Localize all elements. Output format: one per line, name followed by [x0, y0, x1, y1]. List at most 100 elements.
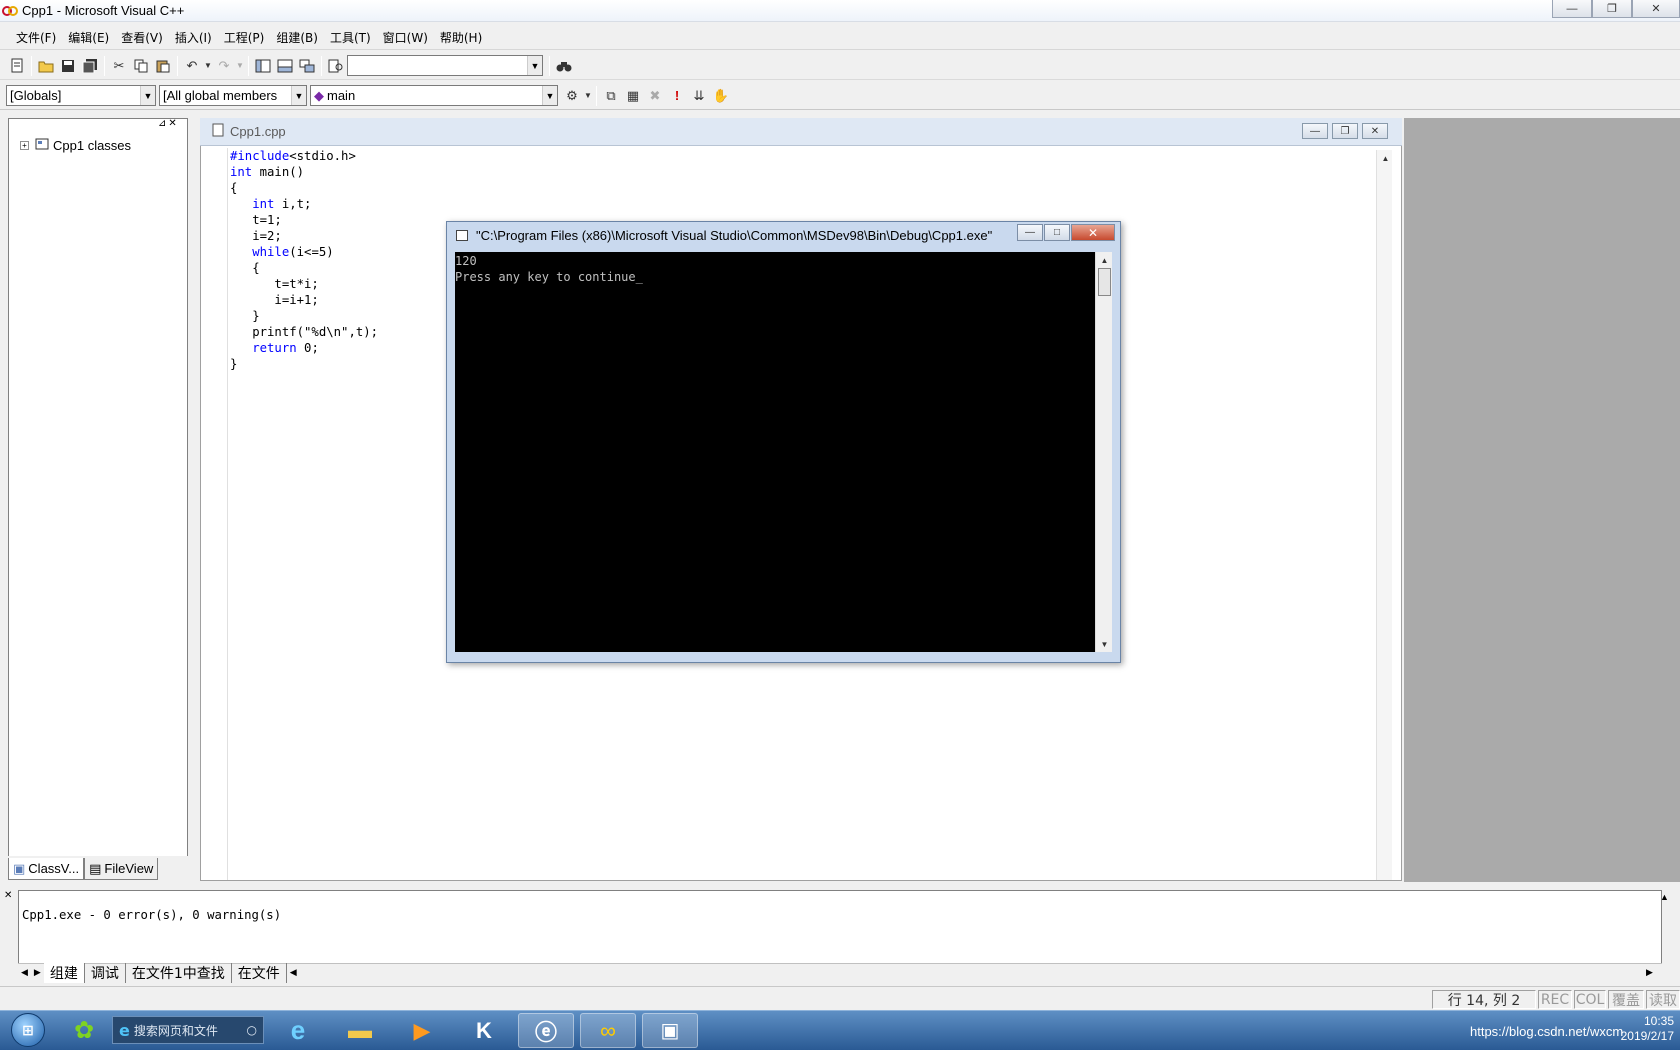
console-minimize-button[interactable]: — — [1017, 224, 1043, 241]
taskbar-app-explorer[interactable]: ▬ — [332, 1013, 388, 1048]
system-clock[interactable]: 10:35 2019/2/17 — [1621, 1014, 1674, 1044]
code-text: printf("%d\n",t); — [230, 325, 379, 339]
workspace-window-icon[interactable] — [252, 55, 274, 77]
start-button[interactable]: ⊞ — [4, 1012, 52, 1048]
scroll-up-icon[interactable]: ▲ — [1096, 252, 1113, 268]
paste-icon[interactable] — [152, 55, 174, 77]
scroll-down-icon[interactable]: ▼ — [1096, 636, 1113, 652]
window-list-icon[interactable] — [296, 55, 318, 77]
console-maximize-button[interactable]: □ — [1044, 224, 1070, 241]
compile-icon[interactable]: ⧉ — [600, 85, 622, 107]
console-prompt-line: Press any key to continue — [455, 270, 636, 284]
scroll-thumb[interactable] — [1098, 268, 1111, 296]
toolbar-separator — [549, 55, 550, 76]
console-close-button[interactable]: ✕ — [1071, 224, 1115, 241]
taskbar-app-visual-cpp[interactable]: ∞ — [580, 1013, 636, 1048]
tree-item-cpp1-classes[interactable]: + Cpp1 classes — [20, 138, 131, 153]
breakpoint-hand-icon[interactable]: ✋ — [710, 85, 732, 107]
dock-icon[interactable]: ⊿ — [158, 118, 166, 129]
stop-build-icon[interactable]: ✖ — [644, 85, 666, 107]
undo-dropdown-icon[interactable]: ▼ — [203, 55, 213, 77]
function-combo[interactable]: ◆ main ▼ — [310, 85, 558, 106]
editor-vertical-scrollbar[interactable]: ▲ — [1376, 150, 1392, 880]
taskbar-app-360[interactable]: ✿ — [56, 1013, 112, 1048]
menu-insert[interactable]: 插入(I) — [169, 29, 218, 46]
code-keyword: #include — [230, 149, 290, 163]
copy-icon[interactable] — [130, 55, 152, 77]
new-file-icon[interactable] — [6, 55, 28, 77]
chevron-down-icon[interactable]: ▼ — [140, 86, 155, 105]
find-in-files-icon[interactable] — [325, 55, 347, 77]
tab-fileview[interactable]: ▤ FileView — [84, 858, 159, 880]
restore-button[interactable]: ❐ — [1592, 0, 1632, 18]
code-line: } — [230, 308, 378, 324]
redo-dropdown-icon[interactable]: ▼ — [235, 55, 245, 77]
toolbar-separator — [248, 55, 249, 76]
output-scroll-up-icon[interactable]: ▲ — [1660, 892, 1669, 902]
clock-time: 10:35 — [1643, 1014, 1674, 1028]
console-vertical-scrollbar[interactable]: ▲ ▼ — [1095, 252, 1112, 652]
menu-help[interactable]: 帮助(H) — [434, 29, 488, 46]
menu-tools[interactable]: 工具(T) — [324, 29, 377, 46]
tab-scroll-right-icon[interactable]: ▶ — [31, 968, 44, 978]
tab-debug[interactable]: 调试 — [85, 963, 126, 983]
editor-restore-button[interactable]: ❐ — [1332, 123, 1358, 139]
menu-window[interactable]: 窗口(W) — [377, 29, 434, 46]
editor-minimize-button[interactable]: — — [1302, 123, 1328, 139]
members-combo[interactable]: [All global members ▼ — [159, 85, 307, 106]
taskbar-app-media[interactable]: ▶ — [394, 1013, 450, 1048]
save-icon[interactable] — [57, 55, 79, 77]
go-icon[interactable]: ⇊ — [688, 85, 710, 107]
code-line: while(i<=5) — [230, 244, 378, 260]
close-button[interactable]: ✕ — [1632, 0, 1680, 18]
code-line: printf("%d\n",t); — [230, 324, 378, 340]
undo-icon[interactable]: ↶ — [181, 55, 203, 77]
menu-build[interactable]: 组建(B) — [270, 29, 324, 46]
redo-icon[interactable]: ↷ — [213, 55, 235, 77]
console-output-area[interactable] — [455, 252, 1095, 652]
editor-close-button[interactable]: ✕ — [1362, 123, 1388, 139]
tab-build[interactable]: 组建 — [43, 963, 85, 983]
cursor-position: 行 14, 列 2 — [1432, 990, 1536, 1009]
tab-find-in-files-1[interactable]: 在文件1中查找 — [126, 963, 232, 983]
browser-e-icon: ⓔ — [534, 1019, 557, 1045]
taskbar-app-browser[interactable]: ⓔ — [518, 1013, 574, 1048]
hscroll-left-icon[interactable]: ◀ — [287, 968, 300, 978]
toolbar-separator — [596, 85, 597, 106]
minimize-button[interactable]: — — [1552, 0, 1592, 18]
expand-icon[interactable]: + — [20, 141, 29, 150]
menu-file[interactable]: 文件(F) — [10, 29, 62, 46]
chevron-down-icon[interactable]: ▼ — [542, 86, 557, 105]
tab-fileview-label: FileView — [104, 861, 154, 876]
scroll-up-icon[interactable]: ▲ — [1377, 150, 1394, 166]
taskbar-search-box[interactable]: e 搜索网页和文件 ○ — [112, 1016, 264, 1044]
taskbar-app-kugou[interactable]: K — [456, 1013, 512, 1048]
wizard-action-icon[interactable]: ⚙ — [561, 85, 583, 107]
output-scroll-right-icon[interactable]: ▶ — [1646, 967, 1653, 978]
code-line: i=i+1; — [230, 292, 378, 308]
menu-edit[interactable]: 编辑(E) — [62, 29, 115, 46]
taskbar-app-console[interactable]: ▣ — [642, 1013, 698, 1048]
find-combo[interactable]: ▼ — [347, 55, 543, 76]
menu-view[interactable]: 查看(V) — [115, 29, 169, 46]
tab-find-in-files-2[interactable]: 在文件 — [232, 963, 287, 983]
class-scope-combo[interactable]: [Globals] ▼ — [6, 85, 156, 106]
chevron-down-icon[interactable]: ▼ — [527, 56, 542, 75]
workspace-close-icon[interactable]: ✕ — [168, 118, 176, 129]
output-close-icon[interactable]: ✕ — [4, 890, 12, 901]
windows-logo-icon: ⊞ — [11, 1013, 45, 1047]
build-icon[interactable]: ▦ — [622, 85, 644, 107]
chevron-down-icon[interactable]: ▼ — [291, 86, 306, 105]
open-folder-icon[interactable] — [35, 55, 57, 77]
cut-icon[interactable]: ✂ — [108, 55, 130, 77]
tab-classview[interactable]: ▣ ClassV... — [8, 858, 85, 880]
menu-project[interactable]: 工程(P) — [218, 29, 271, 46]
execute-icon[interactable]: ! — [666, 85, 688, 107]
taskbar-app-ie[interactable]: e — [270, 1013, 326, 1048]
wizard-action-dropdown-icon[interactable]: ▼ — [583, 85, 593, 107]
code-editor[interactable]: #include<stdio.h> int main(){ int i,t; t=… — [230, 148, 378, 372]
tab-scroll-left-icon[interactable]: ◀ — [18, 968, 31, 978]
find-binoculars-icon[interactable] — [553, 55, 575, 77]
output-window-icon[interactable] — [274, 55, 296, 77]
save-all-icon[interactable] — [79, 55, 101, 77]
